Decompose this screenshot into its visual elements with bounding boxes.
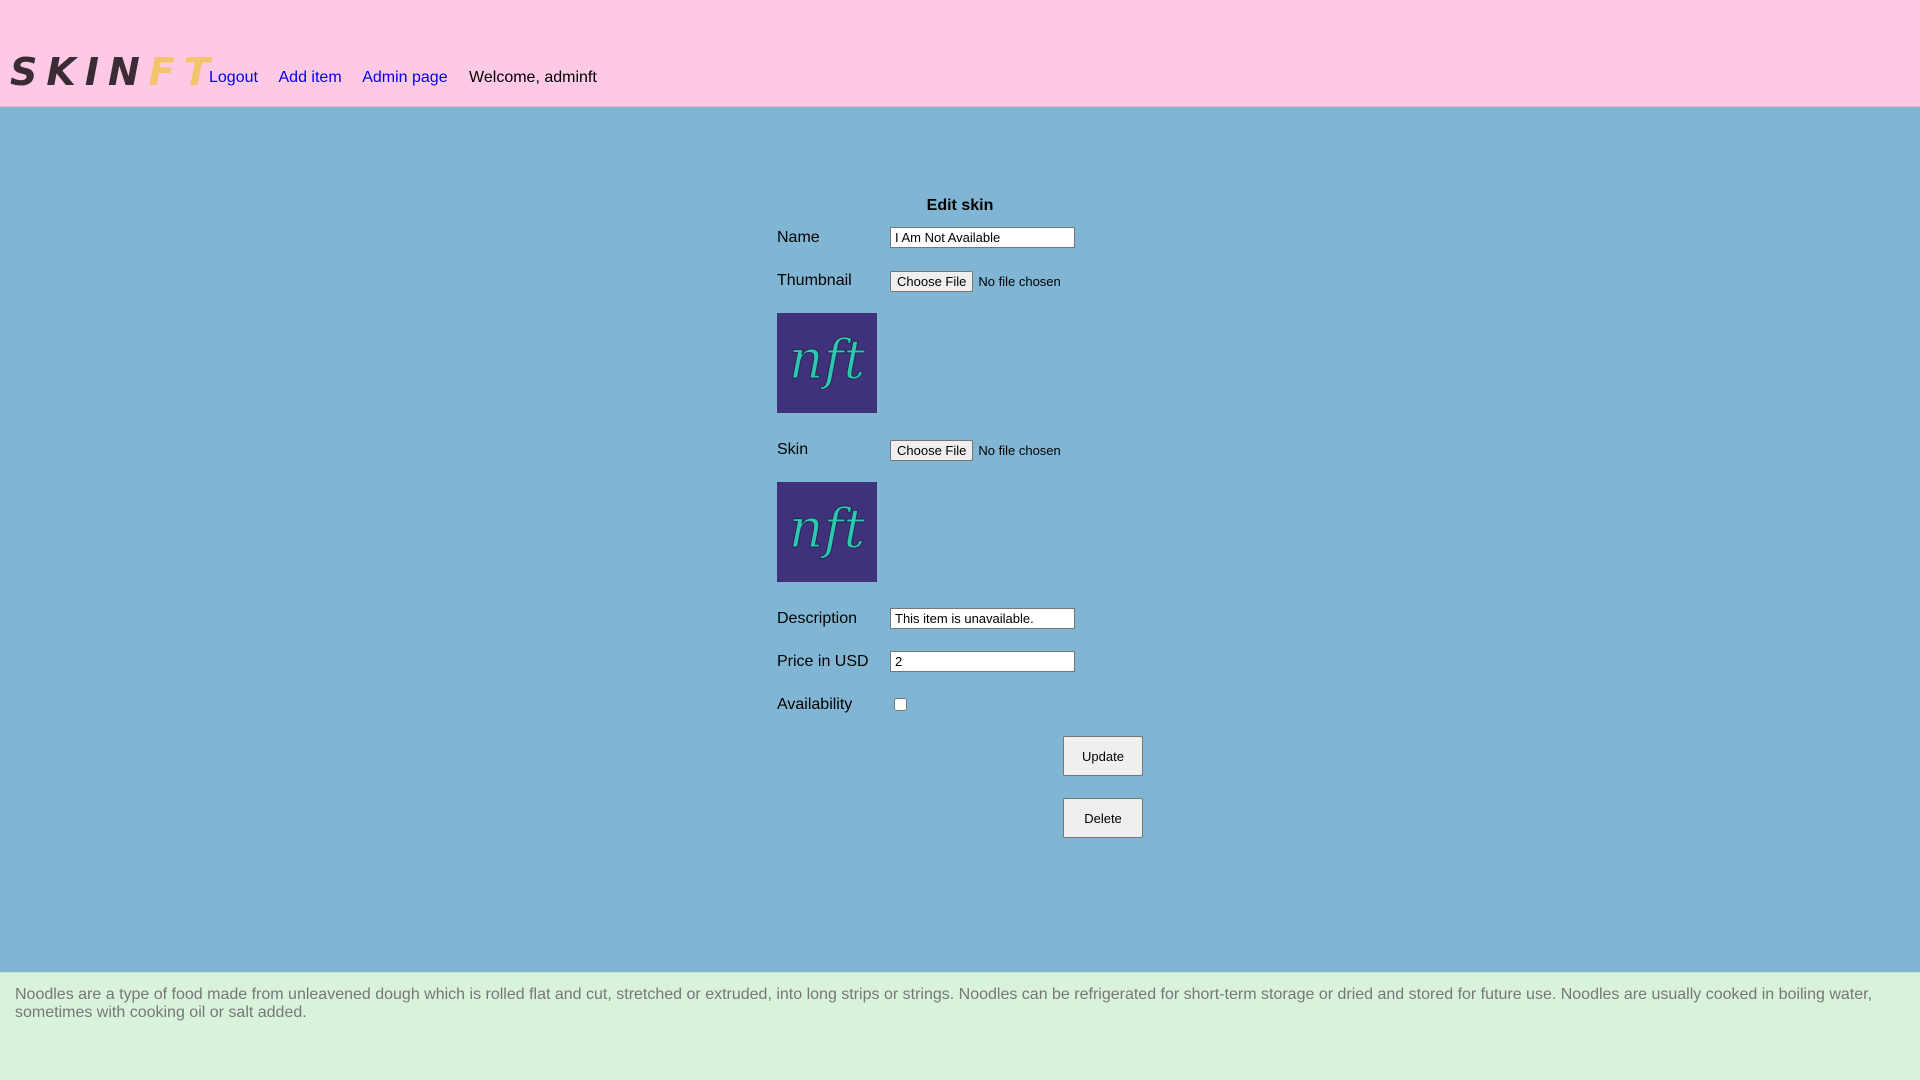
main-content: Edit skin Name Thumbnail Choose File No … <box>0 108 1920 972</box>
nft-logo-image: nft <box>777 313 877 413</box>
add-item-link[interactable]: Add item <box>279 69 342 86</box>
form-title: Edit skin <box>926 197 994 214</box>
delete-button[interactable]: Delete <box>1063 798 1143 838</box>
welcome-text: Welcome, adminft <box>469 69 597 86</box>
footer-text: Noodles are a type of food made from unl… <box>15 986 1873 1021</box>
description-label: Description <box>777 610 858 627</box>
thumbnail-label: Thumbnail <box>777 272 852 289</box>
skin-file-status: No file chosen <box>978 442 1061 458</box>
thumbnail-file-input[interactable]: Choose File No file chosen <box>890 270 1061 292</box>
name-input[interactable] <box>890 227 1075 248</box>
price-label: Price in USD <box>777 653 869 670</box>
nft-logo-image: nft <box>777 482 877 582</box>
thumbnail-file-status: No file chosen <box>978 273 1061 289</box>
skin-preview-image: nft <box>777 482 877 582</box>
site-header: SKINFT Logout Add item Admin page Welcom… <box>0 0 1920 107</box>
description-input[interactable] <box>890 608 1075 629</box>
skin-label: Skin <box>777 441 809 458</box>
admin-page-link[interactable]: Admin page <box>362 69 447 86</box>
update-button[interactable]: Update <box>1063 736 1143 776</box>
name-label: Name <box>777 229 820 246</box>
skin-choose-file-button[interactable]: Choose File <box>890 439 974 461</box>
availability-label: Availability <box>777 696 853 713</box>
nft-script-text: nft <box>789 497 866 560</box>
logout-link[interactable]: Logout <box>209 69 258 86</box>
skin-file-input[interactable]: Choose File No file chosen <box>890 439 1061 461</box>
header-nav: Logout Add item Admin page Welcome, admi… <box>209 68 597 88</box>
availability-checkbox[interactable] <box>894 698 907 711</box>
thumbnail-choose-file-button[interactable]: Choose File <box>890 270 974 292</box>
nft-script-text: nft <box>789 328 866 391</box>
site-logo[interactable]: SKINFT <box>10 52 219 92</box>
price-input[interactable] <box>890 651 1075 672</box>
thumbnail-preview-image: nft <box>777 313 877 413</box>
site-footer: Noodles are a type of food made from unl… <box>0 972 1920 1080</box>
logo-text-skin: SKIN <box>10 50 149 94</box>
